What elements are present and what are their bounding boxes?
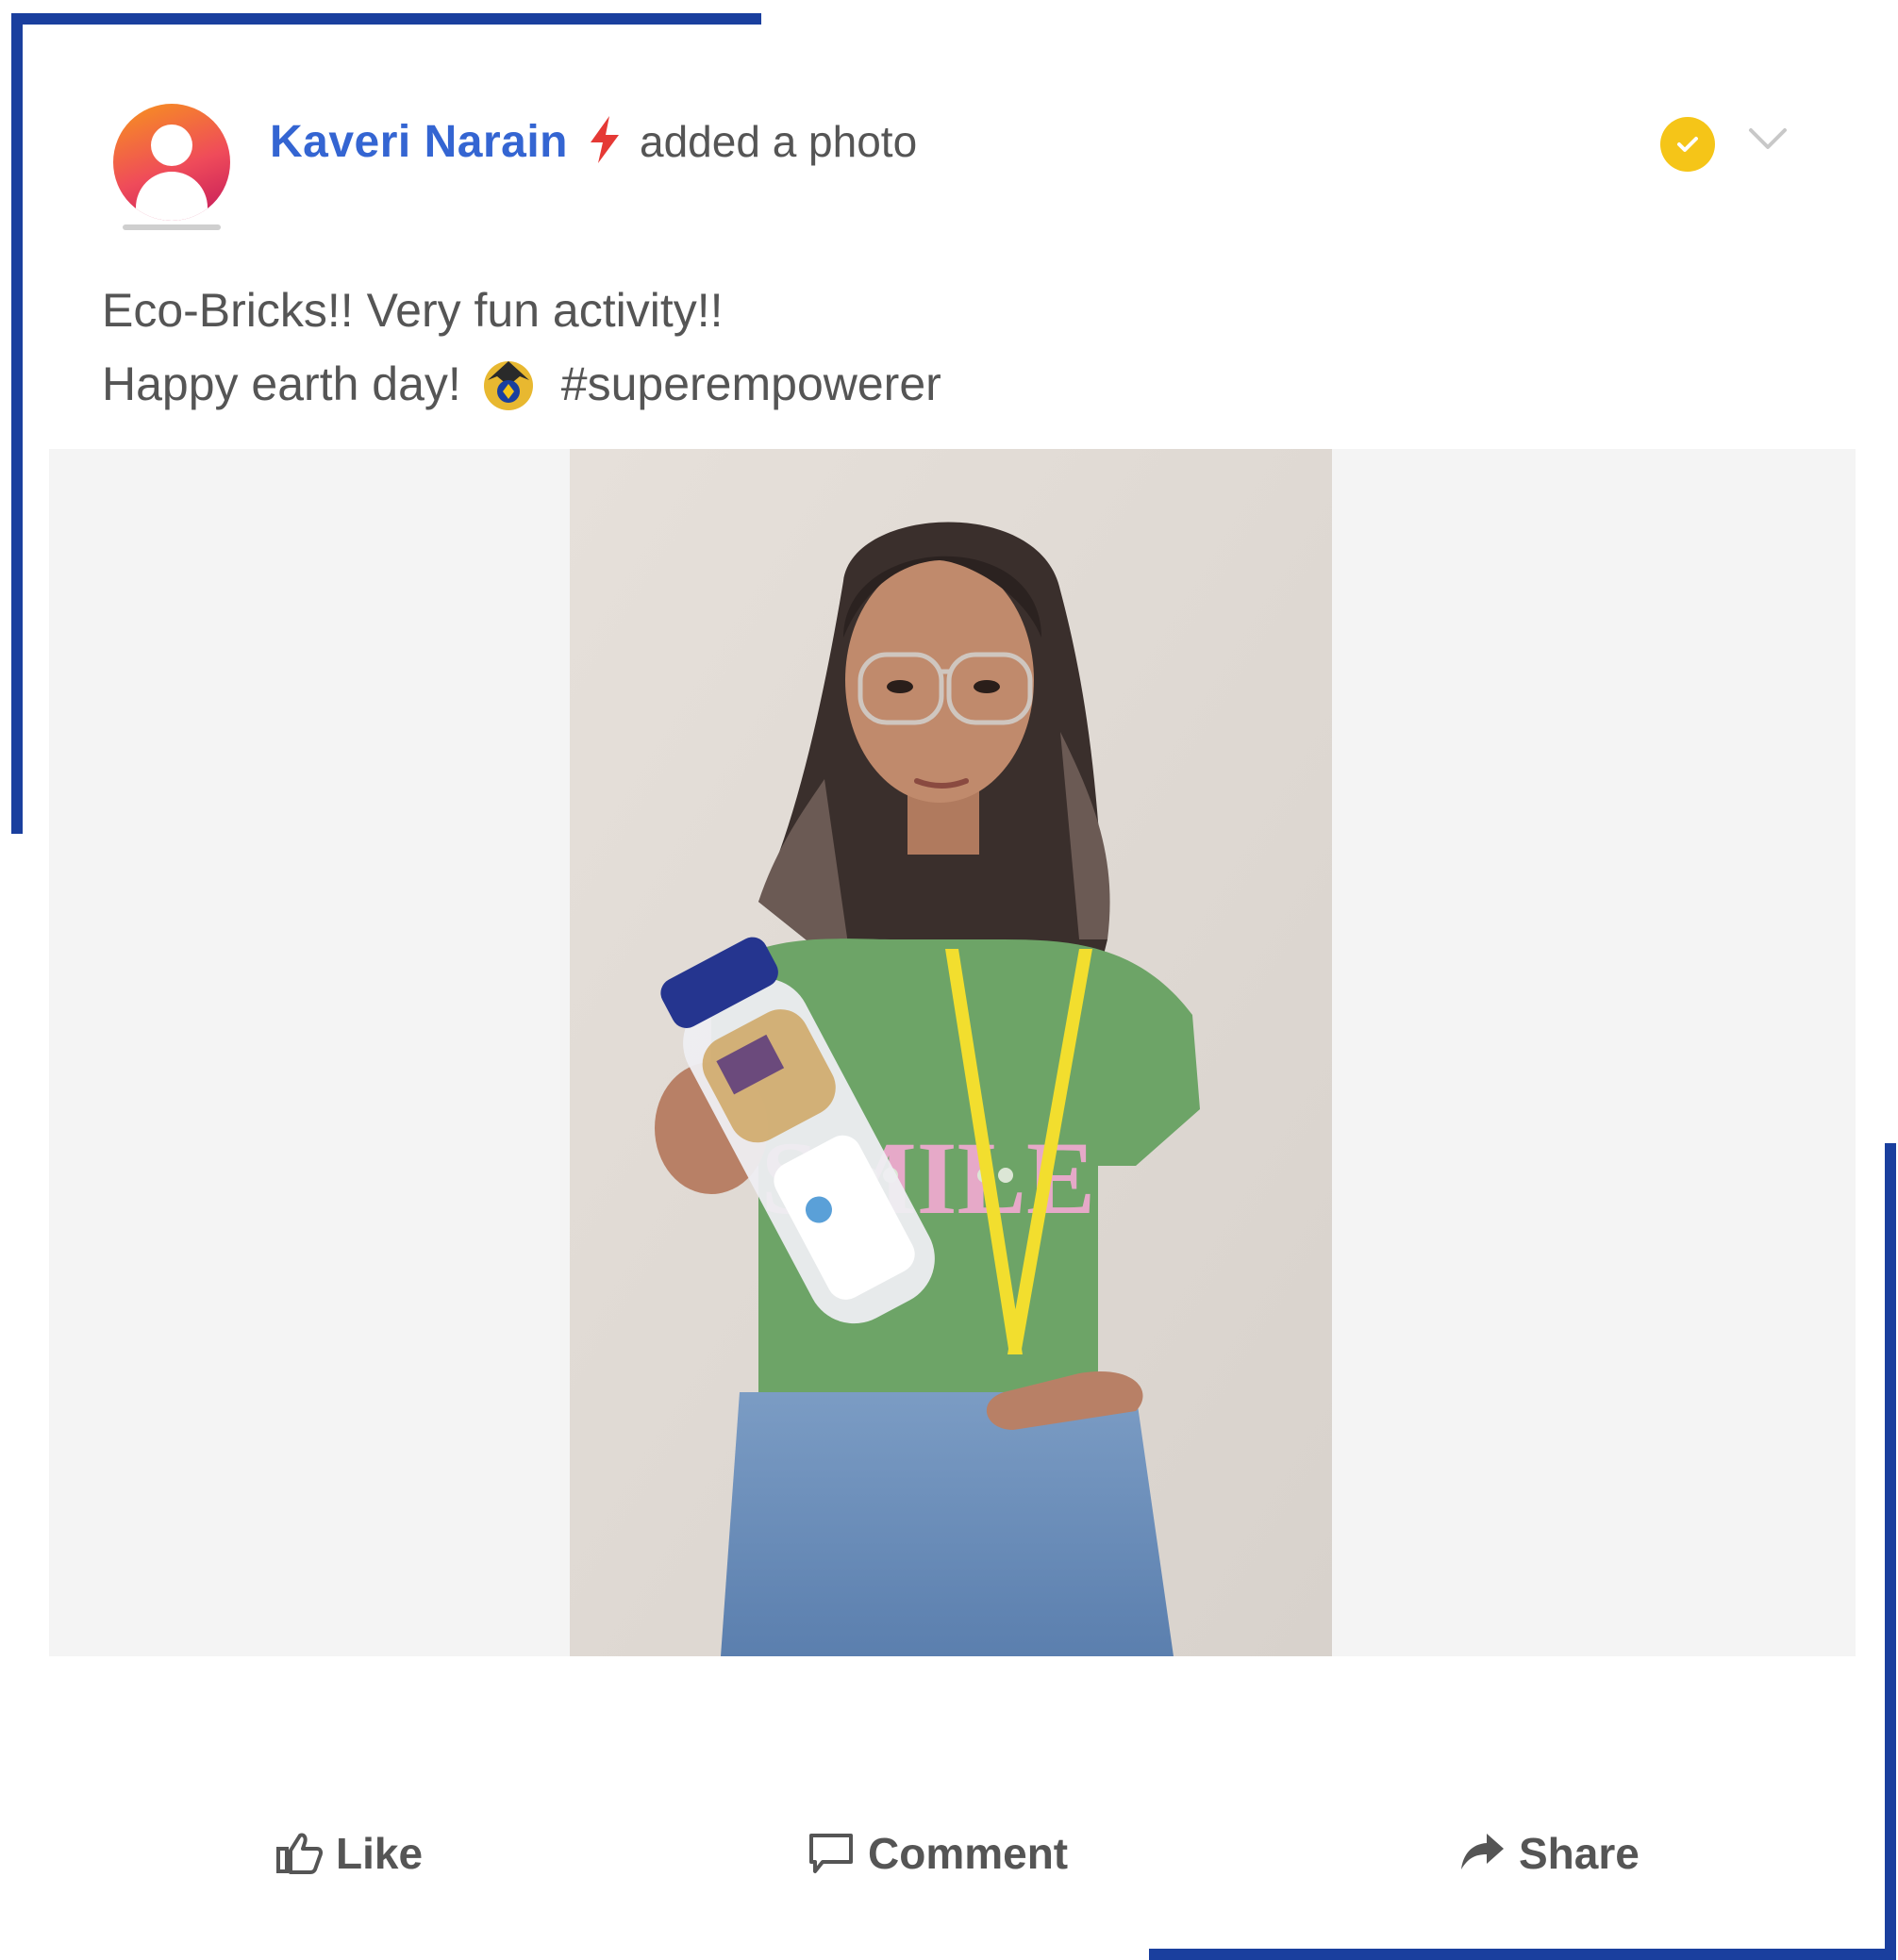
- share-button[interactable]: Share: [1458, 1811, 1640, 1896]
- comment-bubble-icon: [809, 1834, 853, 1873]
- decorative-corner-bottom-horizontal: [1149, 1949, 1896, 1960]
- caption-line-2: Happy earth day! #superempowerer: [102, 347, 941, 421]
- comment-button[interactable]: Comment: [807, 1811, 1068, 1896]
- post-caption: Eco-Bricks!! Very fun activity!! Happy e…: [102, 274, 941, 421]
- decorative-corner-top-horizontal: [11, 13, 761, 25]
- hashtag-link[interactable]: #superempowerer: [561, 347, 941, 421]
- lightning-bolt-icon: [589, 116, 621, 167]
- author-name-link[interactable]: Kaveri Narain: [270, 116, 568, 168]
- post-card: Kaveri Narain added a photo Eco-Bricks!!…: [0, 0, 1898, 1960]
- avatar[interactable]: [113, 104, 230, 221]
- photo-illustration: SMILE: [570, 449, 1332, 1656]
- chevron-down-icon[interactable]: [1747, 125, 1789, 153]
- caption-text: Happy earth day!: [102, 357, 461, 410]
- caption-line-1: Eco-Bricks!! Very fun activity!!: [102, 284, 724, 337]
- thumbs-up-icon: [276, 1833, 323, 1874]
- share-arrow-icon: [1461, 1834, 1504, 1869]
- like-button[interactable]: Like: [275, 1811, 423, 1896]
- post-action-text: added a photo: [640, 117, 918, 166]
- post-photo[interactable]: SMILE: [570, 449, 1332, 1656]
- avatar-body-shape: [136, 172, 208, 221]
- badge-emoji-icon: [480, 356, 537, 412]
- post-actions-bar: Like Comment Share: [0, 1811, 1898, 1896]
- post-media[interactable]: SMILE: [49, 449, 1856, 1656]
- avatar-shadow: [123, 224, 221, 230]
- comment-label: Comment: [868, 1829, 1069, 1878]
- avatar-head-shape: [151, 125, 192, 166]
- like-label: Like: [336, 1829, 424, 1878]
- decorative-corner-top-vertical: [11, 13, 23, 834]
- post-header: Kaveri Narain added a photo: [270, 111, 917, 172]
- share-label: Share: [1519, 1829, 1640, 1878]
- verified-check-icon: [1660, 117, 1715, 172]
